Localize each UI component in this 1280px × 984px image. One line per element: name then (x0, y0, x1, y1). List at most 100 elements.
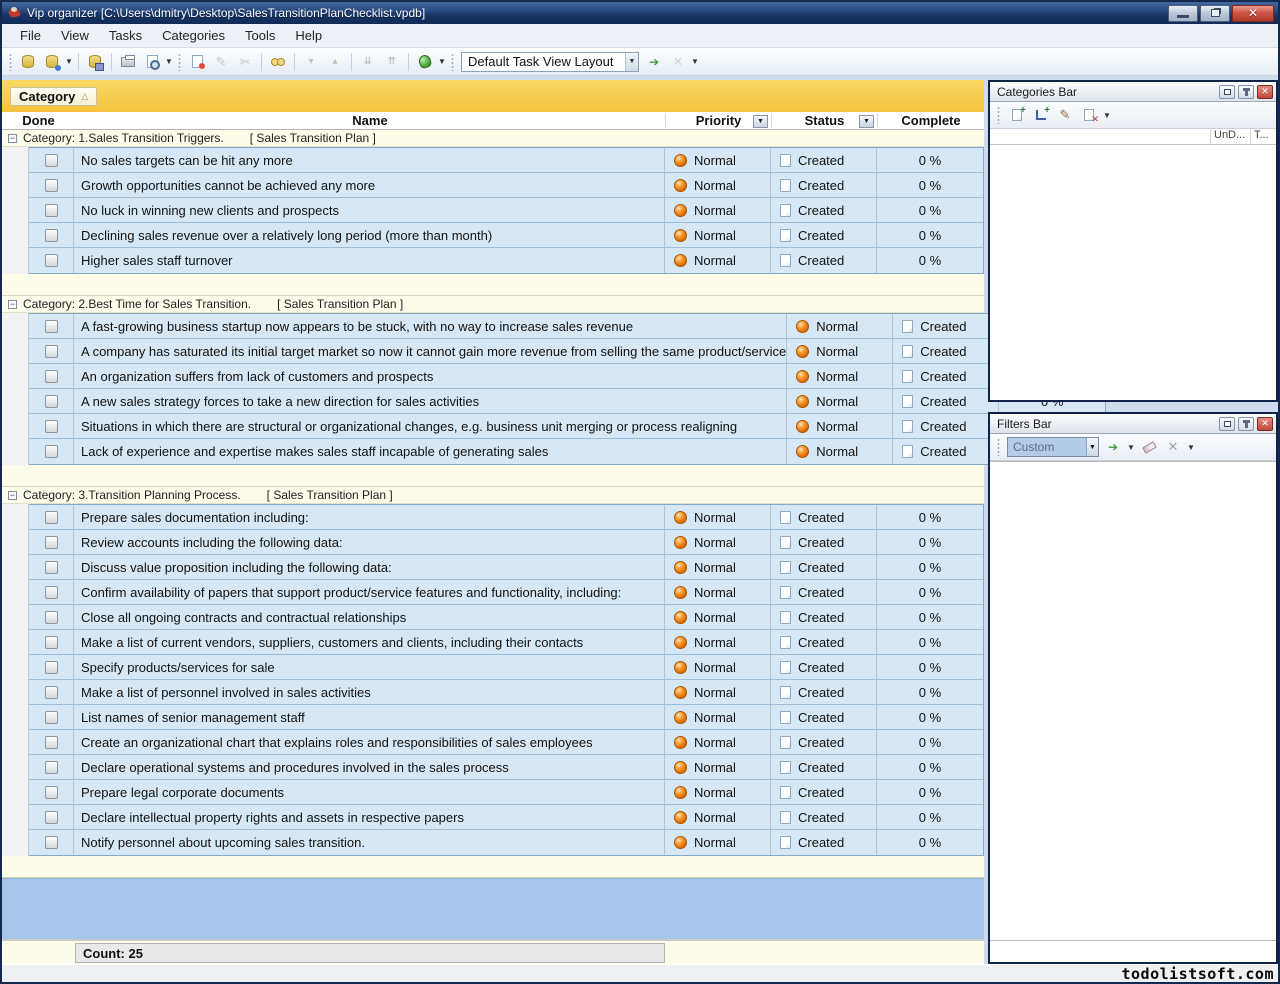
task-row[interactable]: List names of senior management staffNor… (29, 705, 983, 730)
reminder-button[interactable] (414, 51, 436, 73)
priority-filter-dropdown[interactable]: ▼ (753, 115, 768, 128)
categories-pin-button[interactable] (1238, 85, 1254, 99)
task-checkbox[interactable] (45, 711, 58, 724)
filter-preset-combo[interactable]: Custom ▼ (1007, 437, 1099, 457)
delete-filter-button[interactable]: ✕ (1163, 438, 1183, 457)
delete-category-button[interactable]: ✕ (1079, 106, 1099, 125)
new-task-button[interactable] (186, 51, 208, 73)
column-header-done[interactable]: Done (2, 113, 75, 128)
move-top-button[interactable]: ⇈ (381, 51, 403, 73)
save-database-button[interactable] (84, 51, 106, 73)
task-row[interactable]: An organization suffers from lack of cus… (29, 364, 1105, 389)
filters-restore-button[interactable] (1219, 417, 1235, 431)
task-row[interactable]: A company has saturated its initial targ… (29, 339, 1105, 364)
delete-layout-button[interactable]: ✕ (667, 51, 689, 73)
task-row[interactable]: Declining sales revenue over a relativel… (29, 223, 983, 248)
task-row[interactable]: Prepare legal corporate documentsNormalC… (29, 780, 983, 805)
task-row[interactable]: Make a list of personnel involved in sal… (29, 680, 983, 705)
task-row[interactable]: A new sales strategy forces to take a ne… (29, 389, 1105, 414)
menu-item-categories[interactable]: Categories (152, 25, 235, 46)
task-checkbox[interactable] (45, 536, 58, 549)
task-checkbox[interactable] (45, 420, 58, 433)
move-bottom-button[interactable]: ⇊ (357, 51, 379, 73)
toolbar-grip[interactable] (9, 53, 12, 71)
task-checkbox[interactable] (45, 204, 58, 217)
open-database-dropdown-icon[interactable]: ▼ (65, 57, 73, 66)
edit-task-button[interactable]: ✎ (210, 51, 232, 73)
layout-combo-dropdown-icon[interactable]: ▼ (625, 53, 638, 71)
task-row[interactable]: Growth opportunities cannot be achieved … (29, 173, 983, 198)
filters-close-button[interactable]: ✕ (1257, 417, 1273, 431)
toolbar-grip[interactable] (997, 438, 1000, 456)
task-checkbox[interactable] (45, 511, 58, 524)
task-row[interactable]: Higher sales staff turnoverNormalCreated… (29, 248, 983, 273)
task-row[interactable]: Prepare sales documentation including:No… (29, 505, 983, 530)
task-row[interactable]: Situations in which there are structural… (29, 414, 1105, 439)
layout-dropdown-icon[interactable]: ▼ (691, 57, 699, 66)
task-checkbox[interactable] (45, 636, 58, 649)
menu-item-tools[interactable]: Tools (235, 25, 285, 46)
new-subcategory-button[interactable]: + (1031, 106, 1051, 125)
task-checkbox[interactable] (45, 320, 58, 333)
minimize-button[interactable] (1168, 5, 1198, 22)
task-checkbox[interactable] (45, 345, 58, 358)
task-checkbox[interactable] (45, 254, 58, 267)
print-button[interactable] (117, 51, 139, 73)
save-layout-button[interactable]: ➔ (643, 51, 665, 73)
toolbar-grip[interactable] (451, 53, 454, 71)
menu-item-view[interactable]: View (51, 25, 99, 46)
column-header-priority[interactable]: Priority ▼ (665, 113, 771, 128)
categories-toolbar-dropdown-icon[interactable]: ▼ (1103, 111, 1111, 120)
task-row[interactable]: A fast-growing business startup now appe… (29, 314, 1105, 339)
task-row[interactable]: No luck in winning new clients and prosp… (29, 198, 983, 223)
task-row[interactable]: Close all ongoing contracts and contract… (29, 605, 983, 630)
task-checkbox[interactable] (45, 561, 58, 574)
task-checkbox[interactable] (45, 761, 58, 774)
restore-button[interactable] (1200, 5, 1230, 22)
task-row[interactable]: Declare intellectual property rights and… (29, 805, 983, 830)
task-checkbox[interactable] (45, 586, 58, 599)
filters-toolbar-dropdown-icon[interactable]: ▼ (1187, 443, 1195, 452)
new-database-button[interactable] (17, 51, 39, 73)
group-header-row[interactable]: −Category: 3.Transition Planning Process… (2, 487, 984, 504)
task-row[interactable]: Declare operational systems and procedur… (29, 755, 983, 780)
column-header-status[interactable]: Status ▼ (771, 113, 877, 128)
column-header-name[interactable]: Name (75, 113, 665, 128)
task-checkbox[interactable] (45, 154, 58, 167)
task-row[interactable]: Make a list of current vendors, supplier… (29, 630, 983, 655)
task-checkbox[interactable] (45, 736, 58, 749)
task-checkbox[interactable] (45, 229, 58, 242)
toolbar-grip[interactable] (178, 53, 181, 71)
task-row[interactable]: No sales targets can be hit any moreNorm… (29, 148, 983, 173)
collapse-icon[interactable]: − (8, 134, 17, 143)
task-checkbox[interactable] (45, 661, 58, 674)
task-checkbox[interactable] (45, 611, 58, 624)
task-checkbox[interactable] (45, 786, 58, 799)
status-filter-dropdown[interactable]: ▼ (859, 115, 874, 128)
layout-combo[interactable]: Default Task View Layout ▼ (461, 52, 639, 72)
task-checkbox[interactable] (45, 836, 58, 849)
menu-item-file[interactable]: File (10, 25, 51, 46)
filter-preset-dropdown-icon[interactable]: ▼ (1086, 438, 1098, 456)
task-row[interactable]: Specify products/services for saleNormal… (29, 655, 983, 680)
apply-filter-dropdown-icon[interactable]: ▼ (1127, 443, 1135, 452)
menu-item-help[interactable]: Help (285, 25, 332, 46)
cut-task-button[interactable]: ✄ (234, 51, 256, 73)
task-checkbox[interactable] (45, 179, 58, 192)
open-database-button[interactable] (41, 51, 63, 73)
print-preview-button[interactable] (141, 51, 163, 73)
categories-close-button[interactable]: ✕ (1257, 85, 1273, 99)
menu-item-tasks[interactable]: Tasks (99, 25, 152, 46)
close-button[interactable]: ✕ (1232, 5, 1274, 22)
reminder-dropdown-icon[interactable]: ▼ (438, 57, 446, 66)
print-dropdown-icon[interactable]: ▼ (165, 57, 173, 66)
group-header-row[interactable]: −Category: 1.Sales Transition Triggers.[… (2, 130, 984, 147)
task-checkbox[interactable] (45, 370, 58, 383)
task-checkbox[interactable] (45, 445, 58, 458)
tree-header-undone[interactable]: UnD... (1210, 129, 1250, 144)
task-row[interactable]: Lack of experience and expertise makes s… (29, 439, 1105, 464)
filters-pin-button[interactable] (1238, 417, 1254, 431)
clear-filter-button[interactable] (1139, 438, 1159, 457)
task-checkbox[interactable] (45, 811, 58, 824)
new-category-button[interactable]: + (1007, 106, 1027, 125)
